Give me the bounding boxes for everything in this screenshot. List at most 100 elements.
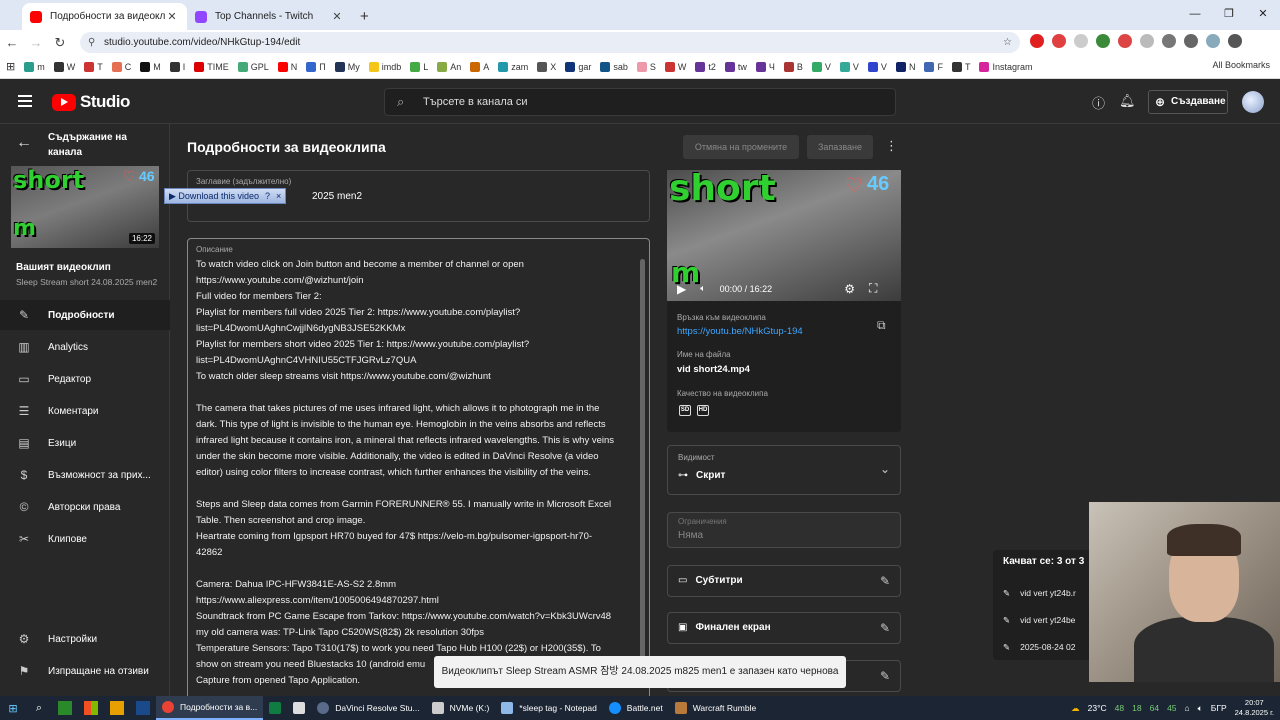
menu-icon[interactable] bbox=[1228, 34, 1242, 48]
subtitles-row[interactable]: ▭ Субтитри ✎ bbox=[667, 565, 901, 597]
bookmark[interactable]: S bbox=[636, 61, 656, 72]
apps-icon[interactable]: ⊞ bbox=[6, 60, 15, 73]
network-icon[interactable]: ⌂ bbox=[1185, 703, 1190, 713]
copy-icon[interactable]: ⧉ bbox=[877, 318, 886, 333]
video-player[interactable]: short m ♡ 46 ▶ 🔈︎ 00:00 / 16:22 ⚙ ⛶ bbox=[667, 170, 901, 301]
volume-icon[interactable]: 🔈︎ bbox=[700, 283, 705, 294]
bookmark[interactable]: A bbox=[470, 61, 489, 72]
bookmark[interactable]: GPL bbox=[237, 61, 269, 72]
sidebar-item-comments[interactable]: ☰ Коментари bbox=[0, 396, 170, 426]
back-arrow-icon[interactable]: ← bbox=[16, 134, 32, 152]
help-icon[interactable]: ⓘ bbox=[1092, 93, 1105, 112]
app-icon[interactable] bbox=[78, 696, 104, 720]
close-icon[interactable]: ✕ bbox=[330, 10, 344, 23]
tab-twitch[interactable]: Top Channels - Twitch ✕ bbox=[187, 3, 352, 30]
app-icon[interactable] bbox=[104, 696, 130, 720]
play-icon[interactable]: ▶ bbox=[677, 282, 686, 296]
video-thumbnail[interactable]: short m ♡ 46 16:22 bbox=[11, 166, 159, 248]
bookmark[interactable]: B bbox=[783, 61, 803, 72]
bookmark[interactable]: L bbox=[410, 61, 428, 72]
fullscreen-icon[interactable]: ⛶ bbox=[869, 281, 877, 296]
pencil-icon[interactable]: ✎ bbox=[880, 574, 890, 588]
bookmark[interactable]: W bbox=[664, 61, 686, 72]
sidebar-item-languages[interactable]: ▤ Езици bbox=[0, 428, 170, 458]
reload-icon[interactable]: ↻ bbox=[48, 35, 72, 51]
extension-icon[interactable] bbox=[1118, 34, 1132, 48]
bookmark[interactable]: X bbox=[537, 61, 556, 72]
taskbar-app-excel[interactable] bbox=[263, 696, 287, 720]
weather-temp[interactable]: 23°C bbox=[1088, 703, 1107, 713]
taskbar-app-drive[interactable]: NVMe (K:) bbox=[426, 696, 496, 720]
bookmark[interactable]: tw bbox=[724, 61, 747, 72]
channel-search-input[interactable]: ⌕ Търсете в канала си bbox=[384, 88, 896, 116]
scrollbar[interactable] bbox=[640, 259, 645, 679]
sidebar-item-editor[interactable]: ▭ Редактор bbox=[0, 364, 170, 394]
channel-content-link[interactable]: Съдържание на канала bbox=[48, 130, 158, 160]
sidebar-item-details[interactable]: ✎ Подробности bbox=[0, 300, 170, 330]
close-icon[interactable]: ✕ bbox=[1246, 0, 1280, 30]
back-icon[interactable]: ← bbox=[0, 35, 24, 50]
forward-icon[interactable]: → bbox=[24, 35, 48, 50]
title-field[interactable]: Заглавие (задължително) 2025 men2 ▶ Down… bbox=[164, 170, 650, 222]
windows-start-icon[interactable]: ⊞ bbox=[0, 696, 26, 720]
bookmark[interactable]: zam bbox=[498, 61, 528, 72]
extension-icon[interactable] bbox=[1096, 34, 1110, 48]
bell-icon[interactable]: 🔔︎ bbox=[1119, 93, 1136, 109]
puzzle-icon[interactable] bbox=[1162, 34, 1176, 48]
pencil-icon[interactable]: ✎ bbox=[880, 621, 890, 635]
taskbar-app-battlenet[interactable]: Battle.net bbox=[603, 696, 669, 720]
app-icon[interactable] bbox=[52, 696, 78, 720]
gear-icon[interactable]: ⚙ bbox=[844, 282, 855, 296]
bookmark[interactable]: t2 bbox=[695, 61, 716, 72]
playlist-icon[interactable] bbox=[1184, 34, 1198, 48]
upload-item[interactable]: ✎ vid vert yt24be bbox=[1003, 615, 1075, 626]
sidebar-item-clips[interactable]: ✂ Клипове bbox=[0, 524, 170, 554]
bookmark[interactable]: C bbox=[111, 61, 131, 72]
bookmark[interactable]: My bbox=[334, 61, 360, 72]
new-tab-button[interactable]: + bbox=[352, 3, 377, 30]
clock[interactable]: 20:07 24.8.2025 г. bbox=[1235, 698, 1274, 718]
bookmark[interactable]: F bbox=[924, 61, 943, 72]
extension-icon[interactable] bbox=[1074, 34, 1088, 48]
sidebar-item-monetization[interactable]: $ Възможност за прих... bbox=[0, 460, 170, 490]
close-icon[interactable]: × bbox=[276, 191, 281, 201]
search-icon[interactable]: ⌕ bbox=[26, 696, 52, 720]
help-icon[interactable]: ? bbox=[265, 191, 270, 201]
sidebar-item-feedback[interactable]: ⚑ Изпращане на отзиви bbox=[0, 656, 170, 686]
bookmark[interactable]: Ч bbox=[755, 61, 775, 72]
avatar[interactable] bbox=[1242, 91, 1264, 113]
volume-icon[interactable]: 🔈︎ bbox=[1198, 703, 1203, 714]
extension-icon[interactable] bbox=[1140, 34, 1154, 48]
bookmark[interactable]: T bbox=[951, 61, 970, 72]
extension-icon[interactable] bbox=[1030, 34, 1044, 48]
taskbar-app-chrome[interactable]: Подробности за в... bbox=[156, 696, 264, 720]
video-link[interactable]: https://youtu.be/NHkGtup-194 bbox=[677, 326, 803, 337]
bookmark[interactable]: I bbox=[169, 61, 185, 72]
address-bar[interactable]: ⚲ studio.youtube.com/video/NHkGtup-194/e… bbox=[80, 32, 1020, 53]
bookmark[interactable]: W bbox=[53, 61, 75, 72]
description-field[interactable]: Описание To watch video click on Join bu… bbox=[187, 238, 650, 708]
upload-item[interactable]: ✎ 2025-08-24 02 bbox=[1003, 642, 1075, 653]
sidebar-item-copyright[interactable]: © Авторски права bbox=[0, 492, 170, 522]
bookmark[interactable]: sab bbox=[600, 61, 628, 72]
bookmark[interactable]: gar bbox=[565, 61, 591, 72]
menu-icon[interactable] bbox=[18, 95, 32, 97]
bookmark[interactable]: N bbox=[895, 61, 915, 72]
bookmark[interactable]: m bbox=[24, 61, 45, 72]
close-icon[interactable]: ✕ bbox=[165, 10, 179, 23]
undo-changes-button[interactable]: Отмяна на промените bbox=[683, 135, 799, 159]
save-button[interactable]: Запазване bbox=[807, 135, 873, 159]
star-icon[interactable]: ☆ bbox=[1003, 32, 1012, 53]
extension-icon[interactable] bbox=[1052, 34, 1066, 48]
sidebar-item-settings[interactable]: ⚙ Настройки bbox=[0, 624, 170, 654]
more-vert-icon[interactable]: ⋮ bbox=[885, 138, 898, 154]
bookmark[interactable]: V bbox=[867, 61, 887, 72]
minimize-icon[interactable]: — bbox=[1178, 0, 1212, 30]
bookmark[interactable]: N bbox=[277, 61, 297, 72]
sidebar-item-analytics[interactable]: ▥ Analytics bbox=[0, 332, 170, 362]
site-info-icon[interactable]: ⚲ bbox=[88, 32, 95, 53]
taskbar-app-notepad[interactable]: *sleep tag - Notepad bbox=[495, 696, 603, 720]
bookmark[interactable]: V bbox=[839, 61, 859, 72]
create-button[interactable]: Създаване bbox=[1148, 90, 1228, 114]
bookmark[interactable]: T bbox=[84, 61, 103, 72]
